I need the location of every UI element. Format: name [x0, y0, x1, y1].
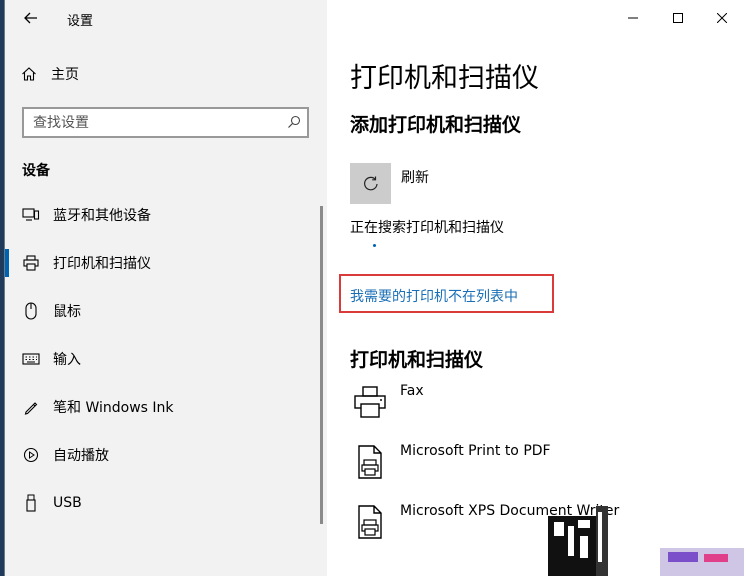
printer-item-pdf[interactable]: Microsoft Print to PDF	[350, 440, 740, 490]
printer-name: Fax	[400, 383, 424, 399]
sidebar-item-label: 打印机和扫描仪	[53, 256, 151, 272]
settings-window: 设置 主页 设备 蓝牙和其他设备	[4, 0, 744, 576]
maximize-button[interactable]	[660, 6, 696, 30]
sidebar-item-autoplay[interactable]: 自动播放	[5, 435, 323, 475]
sidebar-item-label: 自动播放	[53, 448, 109, 464]
sidebar-item-bluetooth[interactable]: 蓝牙和其他设备	[5, 195, 323, 235]
printer-icon	[22, 254, 40, 272]
searching-status: 正在搜索打印机和扫描仪	[350, 220, 504, 236]
sidebar-item-usb[interactable]: USB	[5, 483, 323, 523]
search-input[interactable]	[33, 114, 273, 131]
back-button[interactable]	[15, 4, 47, 32]
refresh-button[interactable]	[350, 163, 391, 204]
refresh-label[interactable]: 刷新	[401, 167, 429, 187]
sidebar-item-label: 蓝牙和其他设备	[53, 208, 151, 224]
sidebar-item-mouse[interactable]: 鼠标	[5, 291, 323, 331]
refresh-icon	[363, 176, 378, 190]
window-title: 设置	[67, 14, 94, 29]
sidebar-scrollbar[interactable]	[320, 206, 323, 524]
bluetooth-devices-icon	[22, 206, 40, 224]
main-content: 打印机和扫描仪 添加打印机和扫描仪 刷新 正在搜索打印机和扫描仪 我需要的打印机…	[327, 0, 744, 576]
sidebar: 设置 主页 设备 蓝牙和其他设备	[5, 0, 327, 576]
minimize-button[interactable]	[615, 6, 651, 30]
sidebar-item-pen[interactable]: 笔和 Windows Ink	[5, 387, 323, 427]
printers-section-heading: 打印机和扫描仪	[350, 349, 484, 371]
watermark-graphic	[540, 496, 744, 576]
sidebar-item-home[interactable]: 主页	[21, 64, 79, 84]
sidebar-item-printers[interactable]: 打印机和扫描仪	[5, 243, 323, 283]
mouse-icon	[22, 302, 40, 320]
search-icon[interactable]	[287, 115, 301, 129]
usb-icon	[22, 494, 40, 512]
sidebar-item-label: 输入	[53, 352, 81, 368]
missing-printer-link[interactable]: 我需要的打印机不在列表中	[350, 286, 518, 306]
page-title: 打印机和扫描仪	[350, 63, 539, 94]
section-title-devices: 设备	[22, 163, 50, 179]
home-label: 主页	[51, 67, 79, 83]
sidebar-item-typing[interactable]: 输入	[5, 339, 323, 379]
pen-icon	[22, 398, 40, 416]
home-icon	[22, 67, 36, 81]
printer-item-fax[interactable]: Fax	[350, 380, 740, 430]
add-section-heading: 添加打印机和扫描仪	[350, 114, 522, 136]
printer-name: Microsoft Print to PDF	[400, 443, 551, 459]
search-box[interactable]	[22, 107, 309, 138]
close-button[interactable]	[704, 6, 740, 30]
sidebar-item-label: 鼠标	[53, 304, 81, 320]
sidebar-item-label: 笔和 Windows Ink	[53, 400, 174, 416]
active-indicator	[5, 249, 9, 277]
keyboard-icon	[22, 350, 40, 368]
sidebar-item-label: USB	[53, 495, 82, 511]
maximize-icon	[673, 13, 683, 23]
pdf-printer-icon	[350, 440, 390, 484]
back-arrow-icon	[24, 12, 37, 24]
progress-dot	[373, 244, 376, 247]
minimize-icon	[628, 17, 638, 19]
autoplay-icon	[22, 446, 40, 464]
fax-icon	[350, 380, 390, 424]
close-icon	[717, 13, 727, 23]
xps-printer-icon	[350, 500, 390, 544]
